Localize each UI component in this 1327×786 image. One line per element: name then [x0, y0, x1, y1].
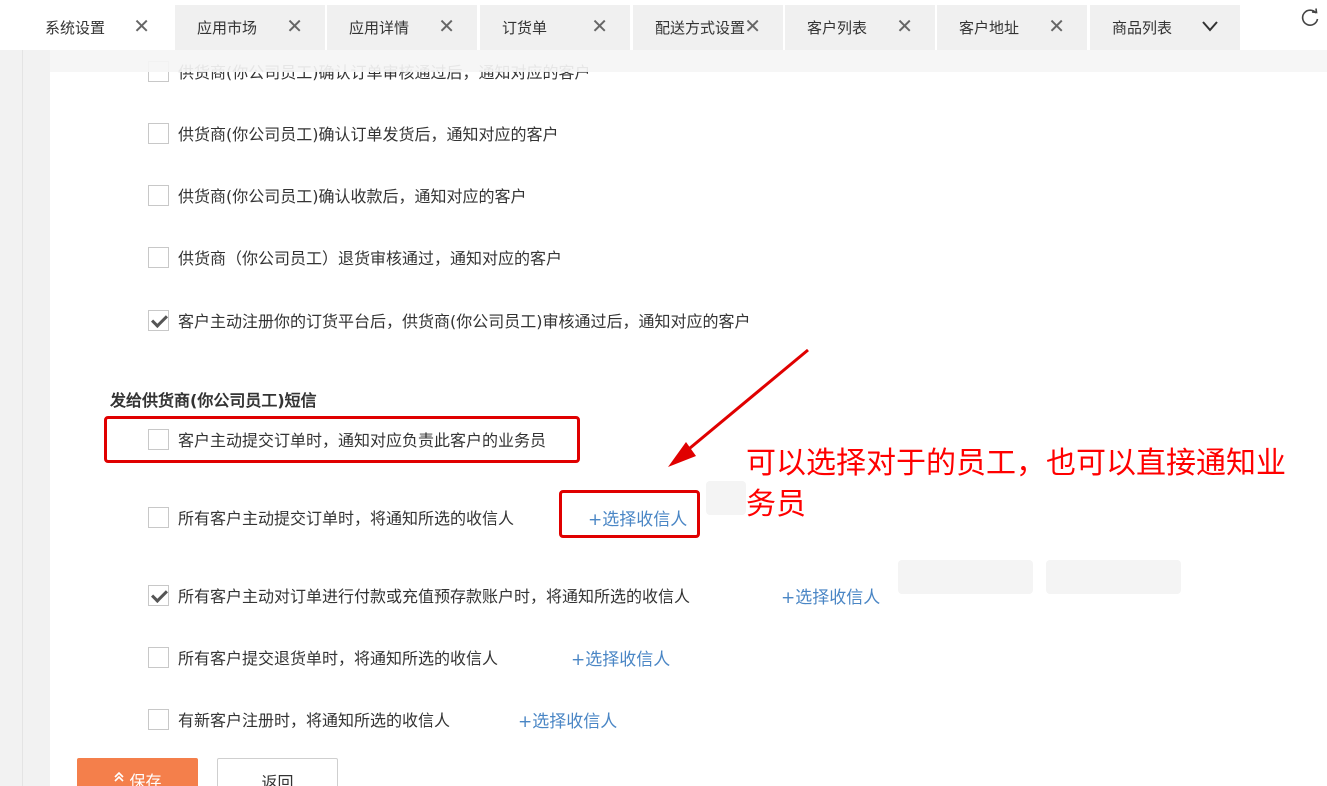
recipient-chip [706, 481, 746, 515]
tab-delivery-settings[interactable]: 配送方式设置 ✕ [633, 5, 784, 50]
tab-label: 系统设置 [45, 19, 106, 37]
tab-customer-address[interactable]: 客户地址 ✕ [937, 5, 1088, 50]
divider [22, 50, 23, 786]
customer-sms-option[interactable]: 供货商(你公司员工)确认订单发货后，通知对应的客户 [148, 122, 559, 144]
checkbox[interactable] [148, 646, 169, 668]
tab-product-list[interactable]: 商品列表 [1090, 5, 1241, 50]
section-title: 发给供货商(你公司员工)短信 [110, 391, 317, 410]
select-recipient-link[interactable]: +选择收信人 [571, 645, 670, 670]
tab-customer-list[interactable]: 客户列表 ✕ [785, 5, 936, 50]
customer-sms-option[interactable]: 供货商（你公司员工）退货审核通过，通知对应的客户 [148, 246, 562, 268]
option-label: 客户主动注册你的订货平台后，供货商(你公司员工)审核通过后，通知对应的客户 [178, 312, 751, 331]
customer-sms-option[interactable]: 供货商(你公司员工)确认收款后，通知对应的客户 [148, 184, 527, 206]
tab-label: 应用详情 [349, 19, 410, 37]
tab-app-details[interactable]: 应用详情 ✕ [327, 5, 478, 50]
save-label: 保存 [129, 772, 162, 786]
close-icon[interactable]: ✕ [438, 16, 455, 36]
close-icon[interactable]: ✕ [286, 16, 303, 36]
recipient-chip [1046, 560, 1181, 594]
option-label: 所有客户主动提交订单时，将通知所选的收信人 [178, 509, 515, 528]
refresh-icon[interactable] [1299, 7, 1321, 29]
back-label: 返回 [261, 773, 294, 786]
tab-app-market[interactable]: 应用市场 ✕ [175, 5, 326, 50]
chevron-down-icon[interactable] [1200, 16, 1220, 36]
back-button[interactable]: 返回 [217, 758, 338, 786]
supplier-sms-option[interactable]: 所有客户提交退货单时，将通知所选的收信人 [148, 646, 498, 668]
option-label: 所有客户提交退货单时，将通知所选的收信人 [178, 649, 499, 668]
tab-label: 订货单 [502, 19, 548, 37]
highlight-box [559, 490, 700, 538]
tab-system-settings[interactable]: 系统设置 ✕ [23, 5, 173, 50]
checkbox[interactable] [148, 122, 169, 144]
checkbox[interactable] [148, 708, 169, 730]
checkbox-checked[interactable] [148, 584, 169, 606]
checkbox[interactable] [148, 246, 169, 268]
checkbox[interactable] [148, 184, 169, 206]
supplier-sms-option[interactable]: 所有客户主动提交订单时，将通知所选的收信人 [148, 506, 514, 528]
checkbox-checked[interactable] [148, 309, 169, 331]
scroll-overlay [50, 50, 1327, 72]
supplier-sms-option[interactable]: 有新客户注册时，将通知所选的收信人 [148, 708, 450, 730]
customer-sms-option[interactable]: 客户主动注册你的订货平台后，供货商(你公司员工)审核通过后，通知对应的客户 [148, 309, 751, 331]
tab-label: 商品列表 [1112, 19, 1173, 37]
option-label: 所有客户主动对订单进行付款或充值预存款账户时，将通知所选的收信人 [178, 587, 691, 606]
tab-label: 客户地址 [959, 19, 1020, 37]
recipient-chip [898, 560, 1033, 594]
close-icon[interactable]: ✕ [896, 16, 913, 36]
save-button[interactable]: 保存 [77, 758, 198, 786]
option-label: 有新客户注册时，将通知所选的收信人 [178, 711, 451, 730]
close-icon[interactable]: ✕ [744, 16, 761, 36]
double-chevron-up-icon [113, 768, 125, 786]
close-icon[interactable]: ✕ [591, 16, 608, 36]
close-icon[interactable]: ✕ [133, 16, 150, 36]
option-label: 供货商(你公司员工)确认收款后，通知对应的客户 [178, 187, 527, 206]
tab-label: 客户列表 [807, 19, 868, 37]
option-label: 供货商(你公司员工)确认订单发货后，通知对应的客户 [178, 125, 559, 144]
tab-label: 应用市场 [197, 19, 258, 37]
left-gutter [0, 50, 50, 786]
option-label: 供货商（你公司员工）退货审核通过，通知对应的客户 [178, 249, 563, 268]
tab-orders[interactable]: 订货单 ✕ [480, 5, 631, 50]
supplier-sms-option[interactable]: 所有客户主动对订单进行付款或充值预存款账户时，将通知所选的收信人 [148, 584, 690, 606]
tab-bar: 系统设置 ✕ 应用市场 ✕ 应用详情 ✕ 订货单 ✕ 配送方式设置 ✕ 客户列表… [0, 0, 1327, 50]
highlight-box [104, 416, 580, 463]
annotation-note: 可以选择对于的员工，也可以直接通知业务员 [746, 446, 1286, 522]
close-icon[interactable]: ✕ [1048, 16, 1065, 36]
tab-label: 配送方式设置 [655, 19, 746, 37]
select-recipient-link[interactable]: +选择收信人 [518, 707, 617, 732]
checkbox[interactable] [148, 506, 169, 528]
select-recipient-link[interactable]: +选择收信人 [781, 583, 880, 608]
